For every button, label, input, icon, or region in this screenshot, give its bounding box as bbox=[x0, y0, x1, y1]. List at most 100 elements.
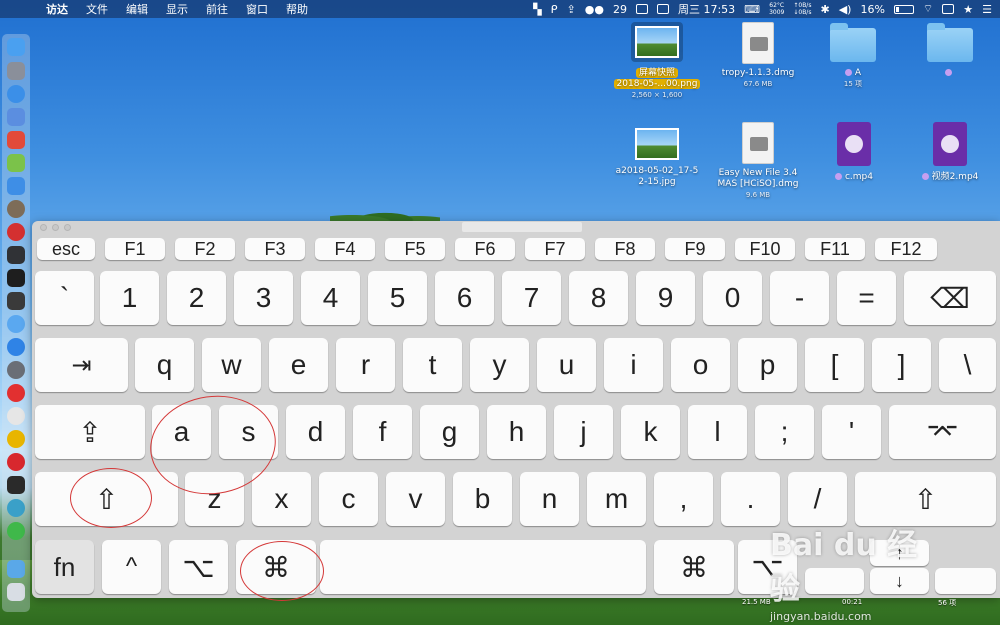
key-shift-left[interactable]: ⇧ bbox=[35, 472, 178, 526]
key-command-right[interactable]: ⌘ bbox=[654, 540, 734, 594]
screen-share-icon[interactable] bbox=[7, 177, 25, 195]
android-icon[interactable] bbox=[7, 154, 25, 172]
desktop-icon-folder-a[interactable]: A 15 项 bbox=[818, 22, 888, 90]
key-g[interactable]: g bbox=[420, 405, 479, 459]
key-b[interactable]: b bbox=[453, 472, 512, 526]
key-f4[interactable]: F4 bbox=[315, 238, 375, 260]
key-v[interactable]: v bbox=[386, 472, 445, 526]
keyboard-status-icon[interactable]: ⌨ bbox=[744, 3, 760, 16]
key-f10[interactable]: F10 bbox=[735, 238, 795, 260]
zoom-button[interactable] bbox=[64, 224, 71, 231]
app-circle-red-icon[interactable] bbox=[7, 223, 25, 241]
star-icon[interactable]: ★ bbox=[963, 3, 973, 16]
system-preferences-icon[interactable] bbox=[7, 361, 25, 379]
key-fn[interactable]: fn bbox=[35, 540, 94, 594]
console-icon[interactable] bbox=[7, 476, 25, 494]
yandex-icon[interactable] bbox=[7, 407, 25, 425]
key-y[interactable]: y bbox=[470, 338, 529, 392]
key-f[interactable]: f bbox=[353, 405, 412, 459]
key-f7[interactable]: F7 bbox=[525, 238, 585, 260]
minimize-button[interactable] bbox=[52, 224, 59, 231]
photo-app-icon[interactable] bbox=[7, 200, 25, 218]
key-0[interactable]: 0 bbox=[703, 271, 762, 325]
preview-icon[interactable] bbox=[7, 108, 25, 126]
menu-edit[interactable]: 编辑 bbox=[126, 1, 148, 17]
clock[interactable]: 周三 17:53 bbox=[678, 1, 735, 17]
display-icon[interactable] bbox=[635, 4, 648, 14]
menu-list-icon[interactable]: ☰ bbox=[982, 3, 992, 16]
chrome-icon[interactable] bbox=[7, 430, 25, 448]
menu-go[interactable]: 前往 bbox=[206, 1, 228, 17]
key-semicolon[interactable]: ; bbox=[755, 405, 814, 459]
key-k[interactable]: k bbox=[621, 405, 680, 459]
desktop-icon-folder-blurred[interactable] bbox=[912, 22, 988, 79]
key-command-left[interactable]: ⌘ bbox=[236, 540, 316, 594]
key-f3[interactable]: F3 bbox=[245, 238, 305, 260]
key-e[interactable]: e bbox=[269, 338, 328, 392]
input-method-icon[interactable] bbox=[942, 4, 955, 14]
key-2[interactable]: 2 bbox=[167, 271, 226, 325]
key-a[interactable]: a bbox=[152, 405, 211, 459]
key-period[interactable]: . bbox=[721, 472, 780, 526]
app-red-icon[interactable] bbox=[7, 131, 25, 149]
desktop-icon-video2-mp4[interactable]: 视频2.mp4 bbox=[912, 122, 988, 183]
wifi-icon[interactable]: ⌔ bbox=[923, 2, 933, 16]
key-minus[interactable]: - bbox=[770, 271, 829, 325]
key-f11[interactable]: F11 bbox=[805, 238, 865, 260]
desktop-icon-c-mp4[interactable]: c.mp4 bbox=[822, 122, 886, 183]
key-x[interactable]: x bbox=[252, 472, 311, 526]
key-f6[interactable]: F6 bbox=[455, 238, 515, 260]
key-9[interactable]: 9 bbox=[636, 271, 695, 325]
key-f1[interactable]: F1 bbox=[105, 238, 165, 260]
key-6[interactable]: 6 bbox=[435, 271, 494, 325]
siri-icon[interactable] bbox=[7, 315, 25, 333]
key-3[interactable]: 3 bbox=[234, 271, 293, 325]
downloads-folder-icon[interactable] bbox=[7, 560, 25, 578]
key-u[interactable]: u bbox=[537, 338, 596, 392]
paw-icon[interactable]: ᑭ bbox=[551, 3, 558, 16]
key-i[interactable]: i bbox=[604, 338, 663, 392]
launchpad-icon[interactable] bbox=[7, 62, 25, 80]
wechat-icon[interactable]: ●● bbox=[585, 3, 604, 16]
app-dark-icon[interactable] bbox=[7, 292, 25, 310]
key-n[interactable]: n bbox=[520, 472, 579, 526]
app-blue-icon[interactable] bbox=[7, 499, 25, 517]
key-m[interactable]: m bbox=[587, 472, 646, 526]
volume-icon[interactable]: ◀) bbox=[839, 3, 852, 16]
app-store-icon[interactable] bbox=[7, 338, 25, 356]
grid-icon[interactable]: ▚ bbox=[533, 3, 541, 16]
key-s[interactable]: s bbox=[219, 405, 278, 459]
cpu-monitor[interactable]: 62°C 3009 bbox=[769, 2, 784, 16]
menu-file[interactable]: 文件 bbox=[86, 1, 108, 17]
key-comma[interactable]: , bbox=[654, 472, 713, 526]
key-esc[interactable]: esc bbox=[37, 238, 95, 260]
key-quote[interactable]: ' bbox=[822, 405, 881, 459]
key-space[interactable] bbox=[320, 540, 646, 594]
bluetooth-icon[interactable]: ✱ bbox=[820, 3, 829, 16]
key-7[interactable]: 7 bbox=[502, 271, 561, 325]
key-option-left[interactable]: ⌥ bbox=[169, 540, 228, 594]
key-r[interactable]: r bbox=[336, 338, 395, 392]
key-1[interactable]: 1 bbox=[100, 271, 159, 325]
key-4[interactable]: 4 bbox=[301, 271, 360, 325]
key-8[interactable]: 8 bbox=[569, 271, 628, 325]
vivaldi-icon[interactable] bbox=[7, 453, 25, 471]
trash-icon[interactable] bbox=[7, 583, 25, 601]
calendar-icon[interactable] bbox=[656, 4, 669, 14]
close-button[interactable] bbox=[40, 224, 47, 231]
key-equals[interactable]: = bbox=[837, 271, 896, 325]
activity-monitor-icon[interactable] bbox=[7, 246, 25, 264]
wechat-dock-icon[interactable] bbox=[7, 522, 25, 540]
key-left-bracket[interactable]: [ bbox=[805, 338, 864, 392]
key-f9[interactable]: F9 bbox=[665, 238, 725, 260]
key-h[interactable]: h bbox=[487, 405, 546, 459]
upload-icon[interactable]: ⇪ bbox=[567, 3, 576, 16]
desktop-icon-tropy-dmg[interactable]: tropy-1.1.3.dmg 67.6 MB bbox=[712, 22, 804, 90]
netease-music-icon[interactable] bbox=[7, 384, 25, 402]
key-w[interactable]: w bbox=[202, 338, 261, 392]
key-f12[interactable]: F12 bbox=[875, 238, 937, 260]
key-q[interactable]: q bbox=[135, 338, 194, 392]
menu-view[interactable]: 显示 bbox=[166, 1, 188, 17]
network-monitor[interactable]: ↑0B/s ↓0B/s bbox=[793, 2, 811, 16]
menu-window[interactable]: 窗口 bbox=[246, 1, 268, 17]
